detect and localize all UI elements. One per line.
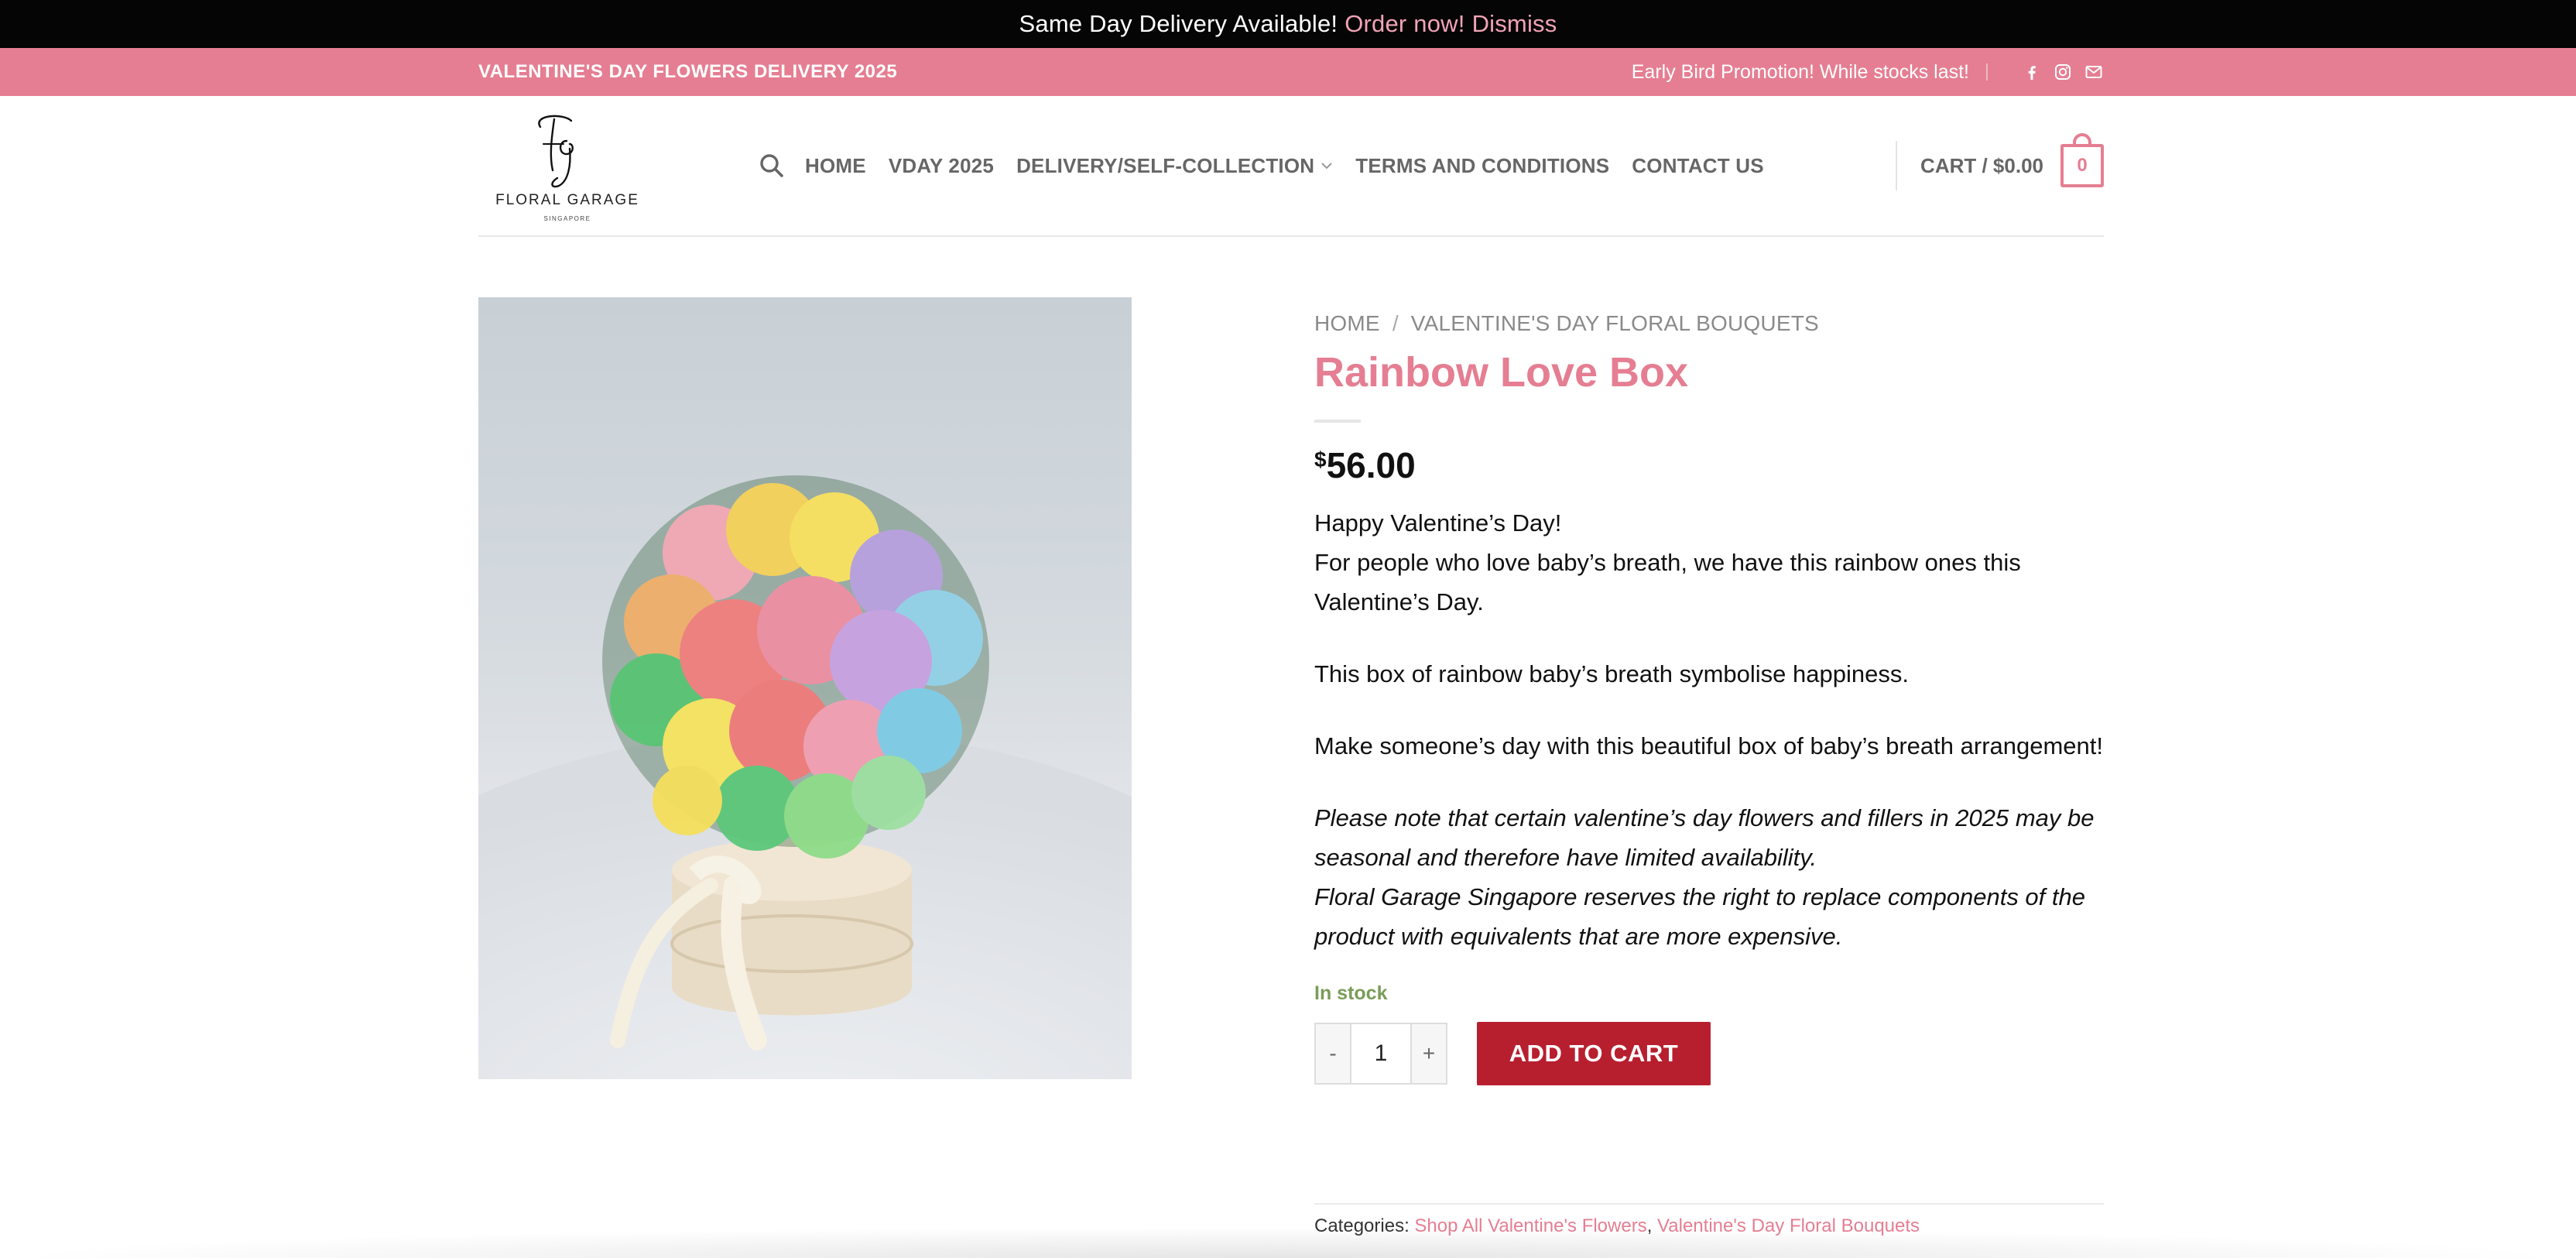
site-header: FLORAL GARAGE SINGAPORE HOME VDAY 2025 D… — [478, 96, 2104, 237]
facebook-icon[interactable] — [2022, 62, 2042, 82]
title-divider — [1314, 420, 1361, 423]
availability-note: Please note that certain valentine’s day… — [1314, 798, 2104, 956]
nav-home[interactable]: HOME — [805, 154, 866, 178]
main-nav: HOME VDAY 2025 DELIVERY/SELF-COLLECTION … — [759, 96, 1786, 235]
site-logo[interactable]: FLORAL GARAGE SINGAPORE — [486, 110, 649, 226]
cart-label[interactable]: CART / $0.00 — [1920, 154, 2043, 178]
description-line-6: Floral Garage Singapore reserves the rig… — [1314, 883, 2085, 951]
product-photo-illustration — [478, 475, 1132, 1079]
nav-vday-2025[interactable]: VDAY 2025 — [889, 154, 994, 178]
price-currency: $ — [1314, 447, 1327, 472]
description-line-1: Happy Valentine’s Day! — [1314, 509, 1562, 537]
breadcrumb-separator: / — [1392, 311, 1399, 335]
description-line-2: For people who love baby’s breath, we ha… — [1314, 549, 2021, 616]
dismiss-link[interactable]: Dismiss — [1472, 10, 1557, 38]
stock-status: In stock — [1314, 982, 1388, 1005]
description-line-5: Please note that certain valentine’s day… — [1314, 804, 2095, 872]
promo-left-text: VALENTINE'S DAY FLOWERS DELIVERY 2025 — [478, 61, 898, 82]
quantity-plus-button[interactable]: + — [1412, 1024, 1446, 1084]
nav-delivery-label: DELIVERY/SELF-COLLECTION — [1016, 153, 1315, 177]
product-image[interactable] — [478, 297, 1132, 1079]
logo-subtext: SINGAPORE — [543, 215, 591, 222]
cart-count: 0 — [2077, 155, 2088, 176]
product-price: $56.00 — [1314, 444, 2104, 486]
nav-delivery[interactable]: DELIVERY/SELF-COLLECTION — [1016, 154, 1333, 178]
quantity-minus-button[interactable]: - — [1316, 1024, 1350, 1084]
promo-right: Early Bird Promotion! While stocks last! — [1632, 48, 2104, 96]
quantity-input[interactable]: 1 — [1350, 1024, 1412, 1084]
breadcrumb-category[interactable]: VALENTINE'S DAY FLORAL BOUQUETS — [1411, 311, 1819, 335]
chevron-down-icon — [1321, 163, 1332, 170]
add-to-cart-button[interactable]: ADD TO CART — [1477, 1022, 1711, 1086]
quantity-stepper: - 1 + — [1314, 1023, 1447, 1085]
instagram-icon[interactable] — [2053, 62, 2073, 82]
product-title: Rainbow Love Box — [1314, 349, 1689, 396]
add-to-cart-form: - 1 + ADD TO CART — [1314, 1022, 2104, 1086]
promo-divider — [1986, 63, 1988, 81]
description-line-3: This box of rainbow baby’s breath symbol… — [1314, 660, 1909, 688]
order-now-link[interactable]: Order now! — [1345, 10, 1464, 38]
promo-right-text: Early Bird Promotion! While stocks last! — [1631, 60, 1969, 83]
nav-terms[interactable]: TERMS AND CONDITIONS — [1355, 154, 1609, 178]
email-icon[interactable] — [2084, 62, 2104, 82]
product-summary: HOME / VALENTINE'S DAY FLORAL BOUQUETS Rai… — [1314, 297, 2104, 1086]
cart-divider — [1896, 141, 1898, 190]
description-intro: Happy Valentine’s Day! For people who lo… — [1314, 503, 2104, 622]
logo-text: FLORAL GARAGE — [495, 192, 639, 208]
search-icon[interactable] — [759, 153, 785, 179]
product-description: Happy Valentine’s Day! For people who lo… — [1314, 503, 2104, 956]
price-amount: 56.00 — [1326, 445, 1416, 486]
breadcrumb: HOME / VALENTINE'S DAY FLORAL BOUQUETS — [1314, 311, 2104, 336]
breadcrumb-home[interactable]: HOME — [1314, 311, 1380, 335]
nav-contact[interactable]: CONTACT US — [1632, 154, 1764, 178]
description-line-4: Make someone’s day with this beautiful b… — [1314, 732, 2104, 760]
cart-area[interactable]: CART / $0.00 0 — [1896, 96, 2104, 235]
notice-text: Same Day Delivery Available! — [1019, 10, 1338, 37]
cart-bag-icon[interactable]: 0 — [2060, 133, 2104, 187]
promo-bar: VALENTINE'S DAY FLOWERS DELIVERY 2025 Ea… — [0, 48, 2576, 96]
top-notice-bar: Same Day Delivery Available! Order now! … — [0, 0, 2576, 48]
bottom-shadow — [0, 1227, 2576, 1258]
